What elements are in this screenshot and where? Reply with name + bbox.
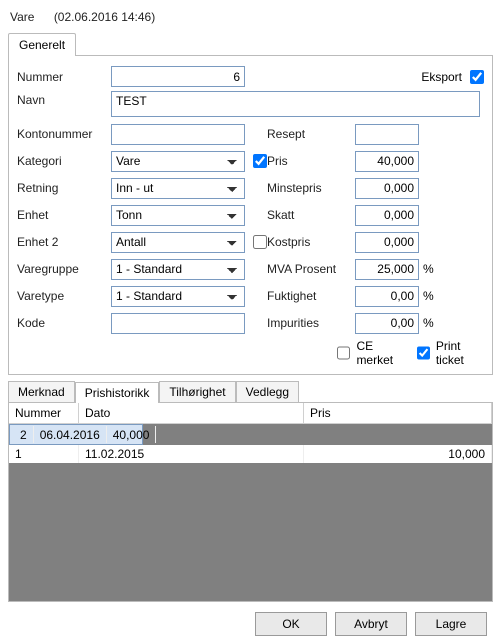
navn-label: Navn — [17, 91, 111, 107]
table-row[interactable]: 1 11.02.2015 10,000 — [9, 445, 492, 463]
enhet2-select[interactable]: Antall — [111, 232, 245, 253]
minstepris-label: Minstepris — [267, 181, 355, 195]
resept-label: Resept — [267, 127, 355, 141]
enhet2-label: Enhet 2 — [17, 235, 111, 249]
kode-input[interactable] — [111, 313, 245, 334]
main-panel: Nummer Eksport Navn TEST Kontonummer Kat… — [8, 56, 493, 375]
lagre-button[interactable]: Lagre — [415, 612, 487, 636]
print-ticket-label: Print ticket — [436, 339, 478, 367]
navn-input[interactable]: TEST — [111, 91, 480, 117]
window-title: Vare (02.06.2016 14:46) — [8, 6, 493, 32]
cell-pris: 40,000 — [107, 426, 157, 443]
nummer-input[interactable] — [111, 66, 245, 87]
kostpris-input[interactable] — [355, 232, 419, 253]
title-timestamp: (02.06.2016 14:46) — [54, 10, 155, 24]
avbryt-button[interactable]: Avbryt — [335, 612, 407, 636]
enhet-select[interactable]: Tonn — [111, 205, 245, 226]
print-ticket-checkbox[interactable]: Print ticket — [417, 339, 478, 367]
tab-merknad[interactable]: Merknad — [8, 381, 75, 402]
pris-label: Pris — [267, 154, 355, 168]
varetype-select[interactable]: 1 - Standard — [111, 286, 245, 307]
impurities-pct: % — [423, 316, 434, 330]
kategori-select[interactable]: Vare — [111, 151, 245, 172]
retning-select[interactable]: Inn - ut — [111, 178, 245, 199]
eksport-checkbox[interactable] — [470, 70, 484, 84]
kontonummer-label: Kontonummer — [17, 127, 111, 141]
resept-input[interactable] — [355, 124, 419, 145]
tab-vedlegg[interactable]: Vedlegg — [236, 381, 299, 402]
eksport-label: Eksport — [421, 70, 462, 84]
retning-label: Retning — [17, 181, 111, 195]
minstepris-input[interactable] — [355, 178, 419, 199]
kontonummer-input[interactable] — [111, 124, 245, 145]
sub-tabbar: Merknad Prishistorikk Tilhørighet Vedleg… — [8, 381, 493, 402]
kategori-label: Kategori — [17, 154, 111, 168]
skatt-label: Skatt — [267, 208, 355, 222]
main-tabbar: Generelt — [8, 32, 493, 56]
ce-merket-label: CE merket — [356, 339, 398, 367]
footer-buttons: OK Avbryt Lagre — [8, 602, 493, 636]
cell-dato: 06.04.2016 — [34, 426, 107, 443]
col-pris[interactable]: Pris — [304, 403, 492, 424]
varetype-label: Varetype — [17, 289, 111, 303]
kategori-checkbox[interactable] — [253, 154, 267, 168]
tab-generelt[interactable]: Generelt — [8, 33, 76, 56]
prishistorikk-grid: Nummer Dato Pris 2 06.04.2016 40,000 1 1… — [8, 402, 493, 602]
pris-input[interactable] — [355, 151, 419, 172]
kostpris-label: Kostpris — [267, 235, 355, 249]
table-row[interactable]: 2 06.04.2016 40,000 — [9, 424, 143, 445]
fuktighet-pct: % — [423, 289, 434, 303]
impurities-label: Impurities — [267, 316, 355, 330]
fuktighet-input[interactable] — [355, 286, 419, 307]
kode-label: Kode — [17, 316, 111, 330]
col-dato[interactable]: Dato — [79, 403, 304, 424]
cell-pris: 10,000 — [304, 445, 492, 463]
mva-input[interactable] — [355, 259, 419, 280]
impurities-input[interactable] — [355, 313, 419, 334]
cell-nummer: 2 — [14, 426, 34, 443]
tab-prishistorikk[interactable]: Prishistorikk — [75, 382, 160, 403]
fuktighet-label: Fuktighet — [267, 289, 355, 303]
mva-label: MVA Prosent — [267, 262, 355, 276]
col-nummer[interactable]: Nummer — [9, 403, 79, 424]
cell-nummer: 1 — [9, 445, 79, 463]
cell-dato: 11.02.2015 — [79, 445, 304, 463]
grid-header: Nummer Dato Pris — [9, 403, 492, 424]
skatt-input[interactable] — [355, 205, 419, 226]
mva-pct: % — [423, 262, 434, 276]
nummer-label: Nummer — [17, 70, 111, 84]
enhet-label: Enhet — [17, 208, 111, 222]
tab-tilhorighet[interactable]: Tilhørighet — [159, 381, 235, 402]
title-text: Vare — [10, 10, 34, 24]
ok-button[interactable]: OK — [255, 612, 327, 636]
enhet2-checkbox[interactable] — [253, 235, 267, 249]
varegruppe-label: Varegruppe — [17, 262, 111, 276]
varegruppe-select[interactable]: 1 - Standard — [111, 259, 245, 280]
ce-merket-checkbox[interactable]: CE merket — [337, 339, 398, 367]
